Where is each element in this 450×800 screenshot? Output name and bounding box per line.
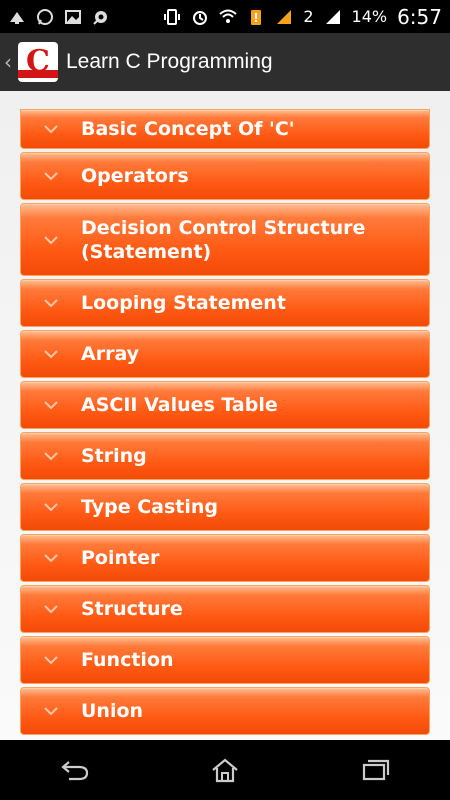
action-bar[interactable]: ‹ C Learn C Programming <box>0 33 450 91</box>
sim-number: 2 <box>303 7 314 26</box>
notification-icons <box>8 8 110 26</box>
list-item[interactable]: Basic Concept Of 'C' <box>20 109 430 149</box>
signal-icon <box>324 8 342 26</box>
chevron-down-icon <box>21 655 81 665</box>
back-arrow-icon <box>61 761 89 781</box>
up-chevron-icon[interactable]: ‹ <box>4 50 16 74</box>
recent-apps-icon <box>362 759 390 781</box>
topic-list: Basic Concept Of 'C' Operators Decision … <box>20 109 430 738</box>
whatsapp-icon <box>36 8 54 26</box>
home-icon <box>212 758 238 783</box>
chevron-down-icon <box>21 235 81 245</box>
list-item-label: Basic Concept Of 'C' <box>81 118 295 140</box>
list-item[interactable]: Union <box>20 687 430 735</box>
list-item[interactable]: Structure <box>20 585 430 633</box>
system-icons: 2 14% 6:57 <box>163 5 442 29</box>
list-item-label: Type Casting <box>81 496 218 518</box>
chevron-down-icon <box>21 171 81 181</box>
camera-icon <box>92 8 110 26</box>
list-item-label: Operators <box>81 165 189 187</box>
logo-band <box>18 70 58 78</box>
list-item[interactable]: Looping Statement <box>20 279 430 327</box>
list-item-label: Pointer <box>81 547 160 569</box>
chevron-down-icon <box>21 553 81 563</box>
chevron-down-icon <box>21 400 81 410</box>
chevron-down-icon <box>21 349 81 359</box>
list-item-label: Function <box>81 649 174 671</box>
chevron-down-icon <box>21 451 81 461</box>
list-item-label: ASCII Values Table <box>81 394 278 416</box>
battery-warning-icon <box>247 8 265 26</box>
vibrate-icon <box>163 8 181 26</box>
status-bar: 2 14% 6:57 <box>0 0 450 33</box>
chevron-down-icon <box>21 706 81 716</box>
content-area: Basic Concept Of 'C' Operators Decision … <box>0 91 450 740</box>
list-item[interactable]: Function <box>20 636 430 684</box>
battery-percent: 14% <box>351 7 388 26</box>
list-item-label: String <box>81 445 147 467</box>
list-item-label: Union <box>81 700 144 722</box>
navigation-bar <box>0 740 450 800</box>
list-item-label: Structure <box>81 598 183 620</box>
list-item[interactable]: Decision Control Structure (Statement) <box>20 203 430 276</box>
list-item[interactable]: Array <box>20 330 430 378</box>
list-item[interactable]: Pointer <box>20 534 430 582</box>
chevron-down-icon <box>21 604 81 614</box>
list-item-label: Array <box>81 343 140 365</box>
list-item[interactable]: ASCII Values Table <box>20 381 430 429</box>
app-title: Learn C Programming <box>66 50 273 73</box>
home-button[interactable] <box>195 750 255 790</box>
clock: 6:57 <box>397 4 442 29</box>
list-item[interactable]: String <box>20 432 430 480</box>
list-item-label: Decision Control Structure (Statement) <box>81 216 366 263</box>
chevron-down-icon <box>21 502 81 512</box>
gallery-icon <box>64 8 82 26</box>
list-item-label: Looping Statement <box>81 292 286 314</box>
alarm-icon <box>191 8 209 26</box>
cast-icon <box>8 8 26 26</box>
chevron-down-icon <box>21 124 81 134</box>
back-button[interactable] <box>45 750 105 790</box>
chevron-down-icon <box>21 298 81 308</box>
list-item[interactable]: Operators <box>20 152 430 200</box>
app-logo: C <box>18 42 58 82</box>
recent-apps-button[interactable] <box>345 750 405 790</box>
signal-icon <box>275 8 293 26</box>
wifi-icon <box>219 8 237 26</box>
list-item[interactable]: Type Casting <box>20 483 430 531</box>
